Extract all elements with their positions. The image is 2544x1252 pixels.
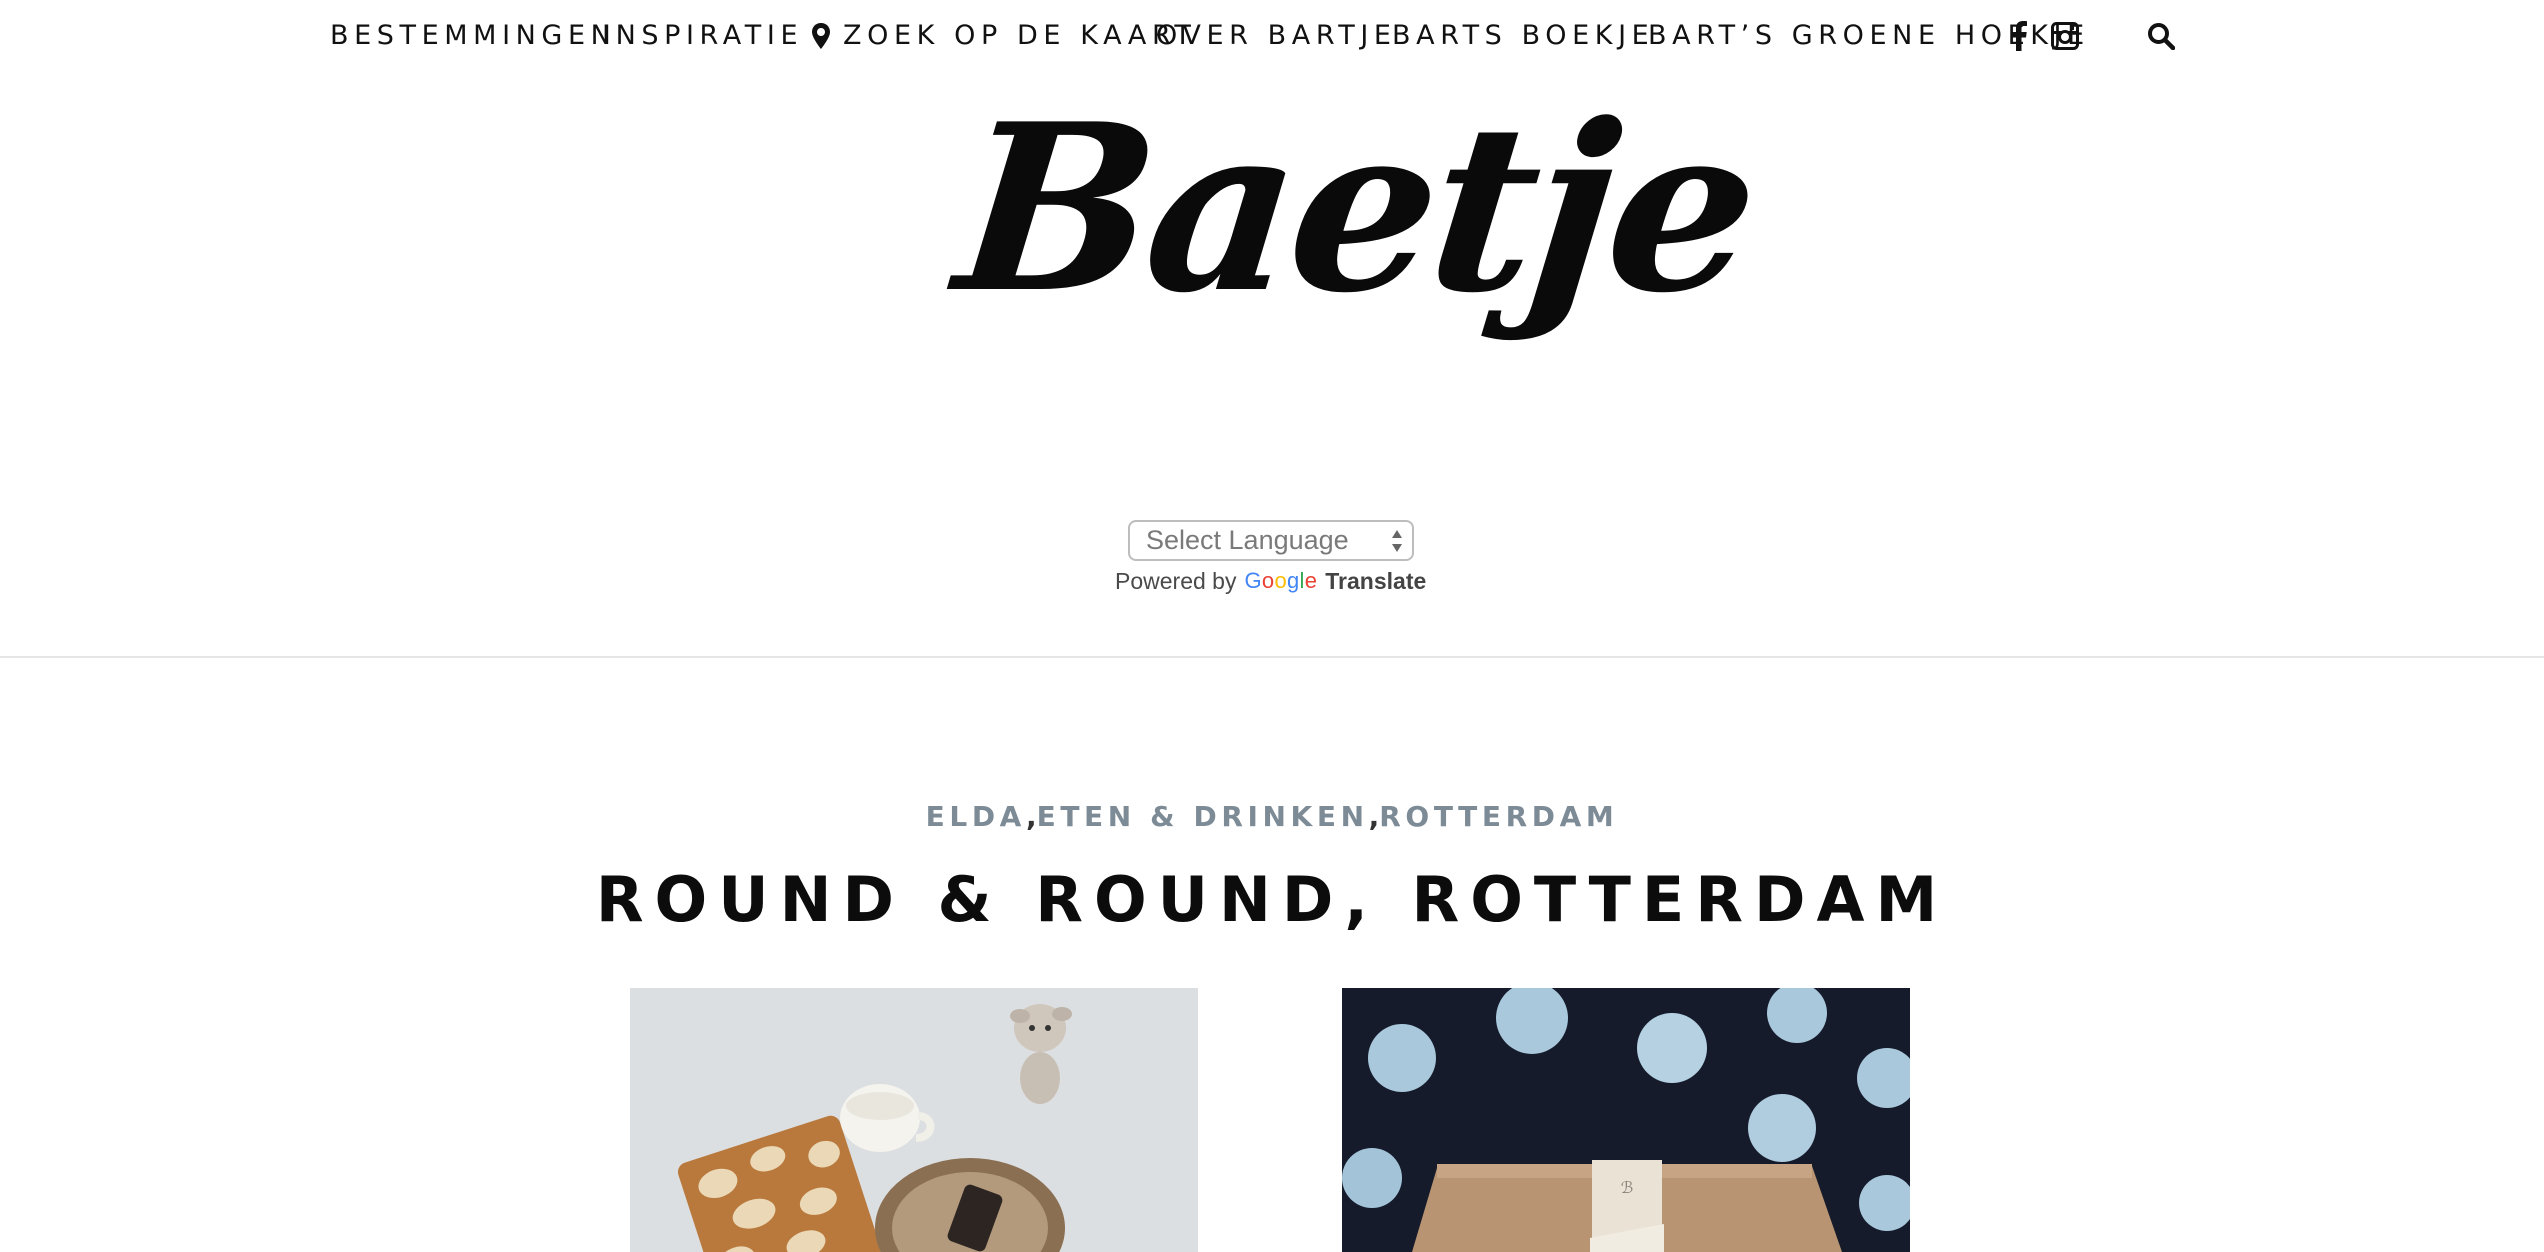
post-categories: ELDA,ETEN & DRINKEN,ROTTERDAM [0, 800, 2544, 833]
instagram-icon[interactable] [2050, 20, 2080, 52]
top-navigation: BESTEMMINGEN INSPIRATIE ZOEK OP DE KAART… [0, 0, 2544, 74]
map-pin-icon [812, 23, 830, 49]
post-image-gift-box[interactable]: ℬ [1342, 988, 1910, 1252]
category-separator: , [1368, 800, 1380, 833]
post-image-cake[interactable] [630, 988, 1198, 1252]
nav-bestemmingen[interactable]: BESTEMMINGEN [330, 18, 616, 54]
nav-barts-boekje[interactable]: BARTS BOEKJE [1392, 18, 1654, 54]
search-icon[interactable] [2146, 20, 2176, 52]
svg-text:ℬ: ℬ [1621, 1178, 1634, 1197]
category-eten-drinken[interactable]: ETEN & DRINKEN [1037, 800, 1369, 833]
nav-zoek-op-de-kaart[interactable]: ZOEK OP DE KAART [811, 18, 1196, 54]
language-select[interactable]: Select Language [1128, 520, 1414, 561]
nav-over-bartje[interactable]: OVER BARTJE [1156, 18, 1397, 54]
site-logo-text: Baetje [946, 74, 1765, 344]
category-separator: , [1025, 800, 1037, 833]
powered-by-google-translate: Powered by Google Translate [1115, 565, 1426, 597]
select-arrows-icon [1392, 530, 1402, 552]
category-elda[interactable]: ELDA [926, 800, 1026, 833]
powered-by-label: Powered by [1115, 567, 1237, 594]
nav-zoek-label: ZOEK OP DE KAART [843, 20, 1197, 51]
facebook-icon[interactable] [2004, 20, 2034, 52]
header-divider [0, 656, 2544, 658]
nav-inspiratie[interactable]: INSPIRATIE [602, 18, 803, 54]
post-title[interactable]: ROUND & ROUND, ROTTERDAM [0, 858, 2544, 942]
category-rotterdam[interactable]: ROTTERDAM [1379, 800, 1618, 833]
language-select-value: Select Language [1146, 525, 1349, 555]
site-logo[interactable]: Baetje [946, 74, 1764, 344]
google-logo[interactable]: Google [1244, 568, 1317, 594]
translate-link[interactable]: Translate [1325, 568, 1426, 595]
